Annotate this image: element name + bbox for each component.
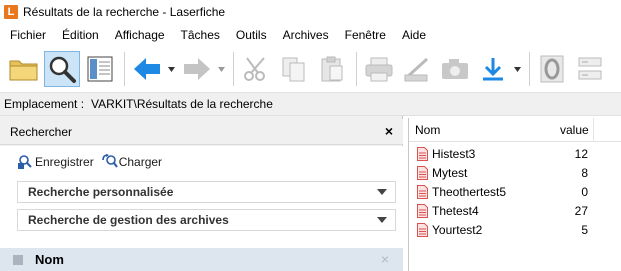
- document-icon: [417, 223, 428, 237]
- menu-affichage[interactable]: Affichage: [107, 24, 173, 46]
- forward-button[interactable]: [179, 51, 215, 87]
- load-search-icon: [101, 154, 118, 168]
- result-row[interactable]: Thetest4 27: [409, 202, 621, 221]
- browse-panel-button[interactable]: [82, 51, 118, 87]
- result-row[interactable]: Theothertest5 0: [409, 183, 621, 202]
- result-value: 0: [581, 185, 588, 199]
- results-header: Nom value: [409, 118, 621, 142]
- forward-dropdown-chevron-icon[interactable]: [217, 51, 225, 87]
- result-name: Yourtest2: [432, 223, 483, 237]
- result-value: 5: [581, 223, 588, 237]
- search-panel-header: Rechercher ×: [0, 119, 403, 145]
- results-list: Histest3 12 Mytest 8 Theothertest5 0 The…: [409, 145, 621, 240]
- toolbar-separator: [233, 52, 234, 86]
- ocr-button[interactable]: [534, 51, 570, 87]
- folder-icon: [9, 60, 38, 81]
- print-button[interactable]: [361, 51, 397, 87]
- result-row[interactable]: Histest3 12: [409, 145, 621, 164]
- laserfiche-logo-icon: L: [4, 5, 18, 19]
- document-icon: [417, 204, 428, 218]
- fields-icon: [578, 57, 602, 80]
- menu-taches[interactable]: Tâches: [173, 24, 228, 46]
- menu-fenetre[interactable]: Fenêtre: [337, 24, 394, 46]
- result-row[interactable]: Yourtest2 5: [409, 221, 621, 240]
- menu-outils[interactable]: Outils: [228, 24, 275, 46]
- back-dropdown-chevron-icon[interactable]: [167, 51, 175, 87]
- column-header-name[interactable]: Nom: [415, 123, 440, 137]
- results-panel: Nom value Histest3 12 Mytest 8 Theothert…: [408, 118, 621, 271]
- close-search-panel-button[interactable]: ×: [385, 123, 393, 139]
- paste-icon: [321, 56, 343, 82]
- result-row[interactable]: Mytest 8: [409, 164, 621, 183]
- search-panel: Rechercher × Enregistrer Charger Recherc…: [0, 116, 403, 271]
- custom-search-label: Recherche personnalisée: [28, 185, 174, 199]
- document-icon: [417, 166, 428, 180]
- records-management-search-label: Recherche de gestion des archives: [28, 213, 229, 227]
- download-dropdown-chevron-icon[interactable]: [513, 51, 521, 87]
- result-name: Histest3: [432, 147, 476, 161]
- menu-edition[interactable]: Édition: [54, 24, 107, 46]
- location-label: Emplacement :: [4, 97, 85, 111]
- load-search-button[interactable]: Charger: [101, 154, 163, 169]
- result-value: 8: [581, 166, 588, 180]
- ocr-icon: [540, 55, 564, 83]
- cut-button[interactable]: [238, 51, 274, 87]
- result-name: Theothertest5: [432, 185, 507, 199]
- remove-criterion-button[interactable]: ×: [381, 251, 389, 267]
- name-criterion-label: Nom: [35, 252, 64, 267]
- fields-button[interactable]: [572, 51, 608, 87]
- search-button[interactable]: [44, 51, 80, 87]
- menu-aide[interactable]: Aide: [394, 24, 434, 46]
- result-name: Mytest: [432, 166, 468, 180]
- chevron-down-icon: [377, 189, 387, 195]
- back-arrow-icon: [134, 58, 160, 80]
- cut-icon: [244, 57, 265, 81]
- print-icon: [365, 57, 393, 82]
- result-value: 12: [574, 147, 588, 161]
- name-criterion-header[interactable]: Nom ×: [0, 248, 403, 271]
- criterion-grip-icon: [13, 254, 23, 265]
- location-path[interactable]: VARKIT\Résultats de la recherche: [91, 97, 273, 111]
- toolbar-separator: [529, 52, 530, 86]
- back-button[interactable]: [129, 51, 165, 87]
- download-icon: [483, 58, 503, 81]
- copy-icon: [282, 57, 305, 82]
- browse-panel-icon: [87, 56, 113, 82]
- column-header-value[interactable]: value: [560, 123, 589, 137]
- chevron-down-icon: [377, 217, 387, 223]
- open-folder-button[interactable]: [6, 51, 42, 87]
- result-name: Thetest4: [432, 204, 479, 218]
- document-icon: [417, 147, 428, 161]
- menu-archives[interactable]: Archives: [275, 24, 337, 46]
- column-separator[interactable]: [593, 118, 594, 142]
- copy-button[interactable]: [276, 51, 312, 87]
- window-title: Résultats de la recherche - Laserfiche: [23, 5, 226, 19]
- toolbar-separator: [124, 52, 125, 86]
- load-search-label: Charger: [118, 154, 163, 169]
- document-icon: [417, 185, 428, 199]
- paste-button[interactable]: [314, 51, 350, 87]
- title-bar: L Résultats de la recherche - Laserfiche: [0, 0, 621, 24]
- camera-icon: [442, 59, 468, 79]
- camera-button[interactable]: [437, 51, 473, 87]
- forward-arrow-icon: [184, 58, 210, 80]
- save-search-button[interactable]: Enregistrer: [18, 154, 94, 169]
- save-search-label: Enregistrer: [35, 154, 94, 169]
- records-management-search-section[interactable]: Recherche de gestion des archives: [17, 209, 396, 231]
- result-value: 27: [574, 204, 588, 218]
- menu-fichier[interactable]: Fichier: [0, 24, 54, 46]
- search-panel-title: Rechercher: [10, 124, 73, 139]
- toolbar-separator: [356, 52, 357, 86]
- download-button[interactable]: [475, 51, 511, 87]
- search-actions: Enregistrer Charger: [18, 154, 170, 169]
- location-bar: Emplacement : VARKIT\Résultats de la rec…: [0, 92, 621, 116]
- save-search-icon: [18, 155, 32, 169]
- magnifier-search-icon: [49, 56, 76, 83]
- custom-search-section[interactable]: Recherche personnalisée: [17, 181, 396, 203]
- toolbar: [0, 46, 621, 92]
- menu-bar: Fichier Édition Affichage Tâches Outils …: [0, 24, 621, 46]
- scan-button[interactable]: [399, 51, 435, 87]
- scan-icon: [403, 57, 429, 82]
